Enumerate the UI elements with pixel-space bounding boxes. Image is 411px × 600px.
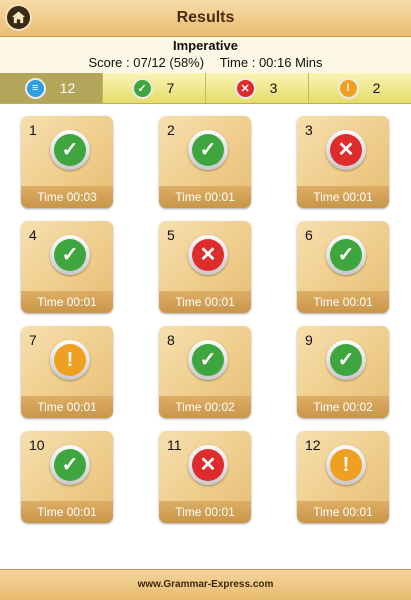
question-tile[interactable]: 2 ✓ Time 00:01 xyxy=(159,116,251,208)
check-icon: ✓ xyxy=(330,239,362,271)
check-icon: ✓ xyxy=(192,134,224,166)
title-bar: Results xyxy=(0,0,411,37)
status-badge: ✕ xyxy=(188,235,228,275)
question-time: Time 00:01 xyxy=(297,291,389,313)
question-time: Time 00:01 xyxy=(21,291,113,313)
cross-icon: ✕ xyxy=(192,239,224,271)
question-number: 1 xyxy=(29,122,37,138)
question-number: 12 xyxy=(305,437,321,453)
check-icon: ✓ xyxy=(192,344,224,376)
question-tile[interactable]: 4 ✓ Time 00:01 xyxy=(21,221,113,313)
status-badge: ✕ xyxy=(188,445,228,485)
check-icon: ✓ xyxy=(54,239,86,271)
tab-skipped[interactable]: ! 2 xyxy=(309,73,411,103)
question-tile[interactable]: 11 ✕ Time 00:01 xyxy=(159,431,251,523)
status-badge: ✓ xyxy=(326,340,366,380)
status-badge: ✓ xyxy=(188,340,228,380)
filter-tabs: ≡ 12 ✓ 7 ✕ 3! 2 xyxy=(0,73,411,104)
question-number: 10 xyxy=(29,437,45,453)
question-tile[interactable]: 5 ✕ Time 00:01 xyxy=(159,221,251,313)
question-time: Time 00:01 xyxy=(21,396,113,418)
time-text: Time : 00:16 Mins xyxy=(219,55,323,70)
tab-count: 3 xyxy=(269,80,278,96)
status-badge: ! xyxy=(326,445,366,485)
question-tile[interactable]: 6 ✓ Time 00:01 xyxy=(297,221,389,313)
score-text: Score : 07/12 (58%) xyxy=(88,55,205,70)
status-badge: ✓ xyxy=(188,130,228,170)
question-time: Time 00:01 xyxy=(159,501,251,523)
tab-total[interactable]: ≡ 12 xyxy=(0,73,103,103)
question-number: 4 xyxy=(29,227,37,243)
topic-title: Imperative xyxy=(172,38,239,53)
question-time: Time 00:01 xyxy=(21,501,113,523)
question-tile[interactable]: 10 ✓ Time 00:01 xyxy=(21,431,113,523)
tab-count: 7 xyxy=(166,80,175,96)
question-time: Time 00:02 xyxy=(297,396,389,418)
question-number: 9 xyxy=(305,332,313,348)
cross-icon: ✕ xyxy=(236,79,254,97)
status-badge: ✓ xyxy=(50,235,90,275)
question-tile[interactable]: 9 ✓ Time 00:02 xyxy=(297,326,389,418)
exclamation-icon: ! xyxy=(54,344,86,376)
question-number: 11 xyxy=(167,437,182,453)
score-line: Score : 07/12 (58%) Time : 00:16 Mins xyxy=(0,55,411,70)
question-time: Time 00:01 xyxy=(297,186,389,208)
status-badge: ✕ xyxy=(326,130,366,170)
tab-correct[interactable]: ✓ 7 xyxy=(103,73,206,103)
question-time: Time 00:03 xyxy=(21,186,113,208)
question-number: 8 xyxy=(167,332,175,348)
footer-link[interactable]: www.Grammar-Express.com xyxy=(0,569,411,600)
cross-icon: ✕ xyxy=(192,449,224,481)
cross-icon: ✕ xyxy=(330,134,362,166)
question-time: Time 00:01 xyxy=(297,501,389,523)
tab-wrong[interactable]: ✕ 3 xyxy=(206,73,309,103)
page-title: Results xyxy=(176,9,235,26)
check-icon: ✓ xyxy=(330,344,362,376)
score-summary: Imperative Score : 07/12 (58%) Time : 00… xyxy=(0,37,411,73)
question-tile[interactable]: 12! Time 00:01 xyxy=(297,431,389,523)
question-tile[interactable]: 7! Time 00:01 xyxy=(21,326,113,418)
status-badge: ✓ xyxy=(326,235,366,275)
exclamation-icon: ! xyxy=(330,449,362,481)
check-icon: ✓ xyxy=(54,134,86,166)
tab-count: 2 xyxy=(372,80,381,96)
check-icon: ✓ xyxy=(54,449,86,481)
question-tile[interactable]: 1 ✓ Time 00:03 xyxy=(21,116,113,208)
question-time: Time 00:01 xyxy=(159,291,251,313)
status-badge: ✓ xyxy=(50,130,90,170)
question-number: 3 xyxy=(305,122,313,138)
question-number: 5 xyxy=(167,227,175,243)
question-number: 6 xyxy=(305,227,313,243)
check-icon: ✓ xyxy=(133,79,151,97)
question-time: Time 00:01 xyxy=(159,186,251,208)
status-badge: ! xyxy=(50,340,90,380)
question-number: 2 xyxy=(167,122,175,138)
question-number: 7 xyxy=(29,332,37,348)
question-tile[interactable]: 3 ✕ Time 00:01 xyxy=(297,116,389,208)
list-icon: ≡ xyxy=(26,79,44,97)
question-tile[interactable]: 8 ✓ Time 00:02 xyxy=(159,326,251,418)
exclamation-icon: ! xyxy=(339,79,357,97)
tab-count: 12 xyxy=(59,80,76,96)
question-time: Time 00:02 xyxy=(159,396,251,418)
status-badge: ✓ xyxy=(50,445,90,485)
